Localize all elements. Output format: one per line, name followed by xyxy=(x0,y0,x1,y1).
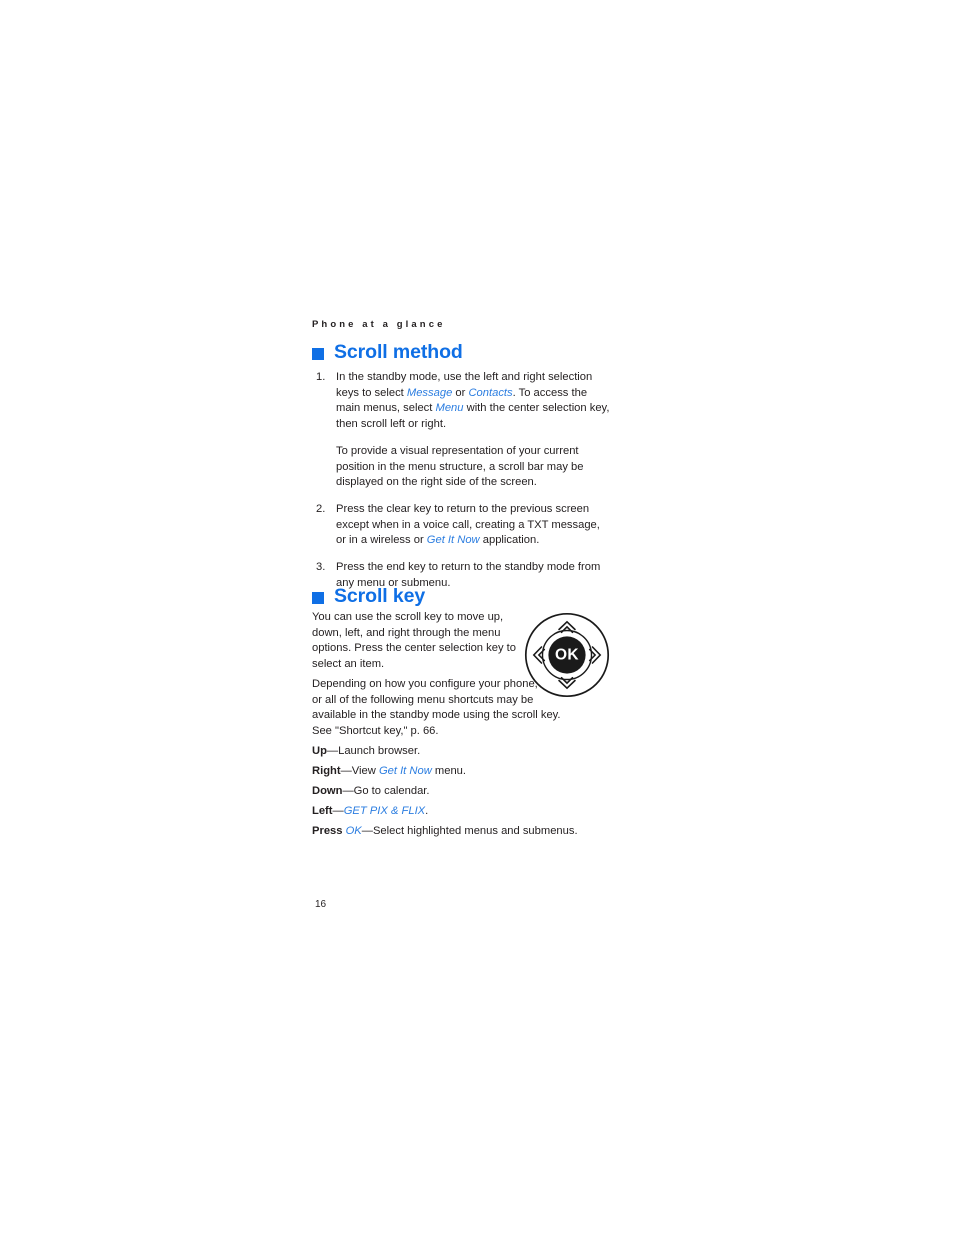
inline-text: —Go to calendar. xyxy=(342,785,430,797)
inline-label: Up xyxy=(312,745,327,757)
step-text: Press the clear key to return to the pre… xyxy=(336,502,612,549)
shortcut-line-down: Down—Go to calendar. xyxy=(312,784,430,800)
shortcut-line-left: Left—GET PIX & FLIX. xyxy=(312,804,428,820)
square-bullet-icon xyxy=(312,347,324,360)
inline-text: menu. xyxy=(431,765,466,777)
numbered-step: 2. Press the clear key to return to the p… xyxy=(312,502,612,549)
inline-term: Get It Now xyxy=(378,765,432,777)
scroll-key-paragraph-1: You can use the scroll key to move up, d… xyxy=(312,611,516,671)
inline-text: —Launch browser. xyxy=(326,745,421,757)
step-number: 1. xyxy=(316,371,326,383)
inline-text: application. xyxy=(479,534,540,547)
step-number: 3. xyxy=(316,561,326,574)
shortcut-line-up: Up—Launch browser. xyxy=(312,744,420,760)
numbered-step-list: 1. In the standby mode, use the left and … xyxy=(312,370,612,602)
inline-term: Menu xyxy=(435,402,464,415)
inline-text: —Select highlighted menus and submenus. xyxy=(361,825,578,837)
section-heading-scroll-method: Scroll method xyxy=(312,341,463,364)
section-heading-label: Scroll method xyxy=(334,341,463,363)
inline-term: GET PIX & FLIX xyxy=(343,805,426,817)
inline-label: Left xyxy=(312,805,333,817)
inline-label: Right xyxy=(312,765,341,777)
page-number: 16 xyxy=(315,899,327,910)
inline-text: . xyxy=(425,805,429,817)
numbered-step: 1. In the standby mode, use the left and … xyxy=(312,370,612,491)
running-header: Phone at a glance xyxy=(312,319,446,330)
section-heading-scroll-key: Scroll key xyxy=(312,585,425,608)
inline-text: or xyxy=(452,386,469,399)
section-heading-label: Scroll key xyxy=(334,585,426,607)
inline-label: Down xyxy=(312,785,343,797)
step-number: 2. xyxy=(316,502,326,515)
inline-term: Get It Now xyxy=(426,534,480,547)
inline-term: Message xyxy=(406,386,453,399)
inline-term: Contacts xyxy=(468,386,513,399)
step-sub-paragraph: To provide a visual representation of yo… xyxy=(336,444,584,489)
inline-label: Press xyxy=(312,825,346,837)
inline-text: —View xyxy=(340,765,379,777)
square-bullet-icon xyxy=(312,591,324,604)
step-text: In the standby mode, use the left and ri… xyxy=(336,370,612,433)
svg-text:OK: OK xyxy=(555,647,579,664)
document-page: Phone at a glance Scroll method 1. In the… xyxy=(0,0,954,1235)
shortcut-line-right: Right—View Get It Now menu. xyxy=(312,764,466,780)
inline-term: OK xyxy=(345,825,362,837)
shortcut-line-press: Press OK—Select highlighted menus and su… xyxy=(312,824,578,840)
inline-text: — xyxy=(332,805,344,817)
scroll-key-diagram: OK xyxy=(524,612,610,698)
